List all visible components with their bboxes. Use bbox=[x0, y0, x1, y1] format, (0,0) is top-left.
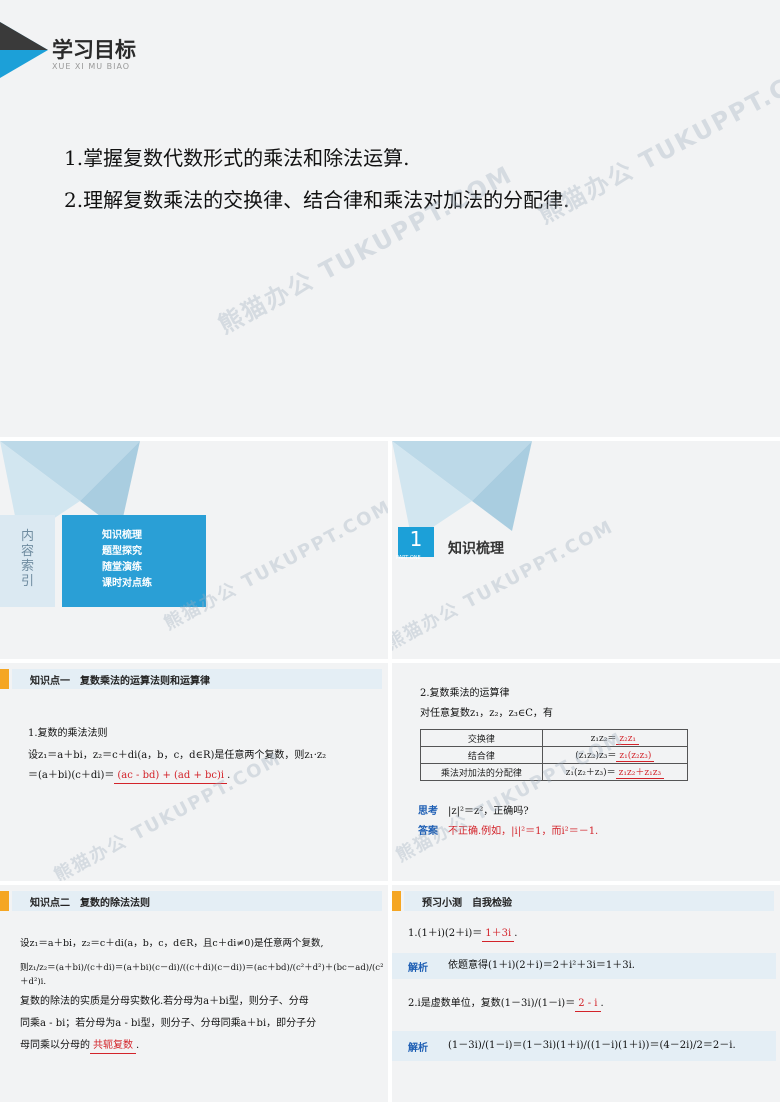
goal-1: 1.掌握复数代数形式的乘法和除法运算. bbox=[64, 146, 410, 170]
answer-blank: 2 - i bbox=[575, 997, 601, 1012]
intro-text: 对任意复数z₁，z₂，z₃∈C，有 bbox=[420, 708, 553, 719]
part-title: 知识梳理 bbox=[448, 541, 504, 557]
explanation-box: 解析 (1－3i)/(1－i)＝(1－3i)(1＋i)/((1－i)(1＋i))… bbox=[392, 1031, 776, 1061]
part-label: PART ONE bbox=[396, 555, 421, 561]
rule-line-2: ＝(a＋bi)(c＋di)＝ (ac - bd) + (ad + bc)i. bbox=[28, 769, 230, 784]
rule-formula: 则z₁/z₂＝(a＋bi)/(c＋di)＝(a＋bi)(c－di)/((c＋di… bbox=[20, 963, 384, 987]
watermark: 熊猫办公 TUKUPPT.COM bbox=[50, 748, 286, 881]
slide-header: 知识点二 复数的除法法则 bbox=[0, 891, 388, 911]
explanation-label: 解析 bbox=[408, 1043, 428, 1054]
answer-blank: 1＋3i bbox=[482, 927, 515, 942]
section-heading: 2.复数乘法的运算律 bbox=[420, 688, 510, 699]
rule-line-5: 母同乘以分母的 共轭复数. bbox=[20, 1039, 139, 1054]
menu-item-exercise[interactable]: 课时对点练 bbox=[102, 576, 206, 592]
slide-part-one: 1 PART ONE 知识梳理 熊猫办公 TUKUPPT.COM bbox=[392, 441, 780, 659]
explanation-label: 解析 bbox=[408, 963, 428, 974]
slide-subtitle: XUE XI MU BIAO bbox=[52, 62, 131, 71]
slide-multiplication-rule: 知识点一 复数乘法的运算法则和运算律 1.复数的乘法法则 设z₁＝a＋bi，z₂… bbox=[0, 663, 388, 881]
watermark: 熊猫办公 TUKUPPT.COM bbox=[533, 50, 780, 230]
question-1: 1.(1＋i)(2＋i)＝ 1＋3i. bbox=[408, 927, 517, 942]
contents-menu: 知识梳理 题型探究 随堂演练 课时对点练 bbox=[62, 515, 206, 607]
slide-multiplication-laws: 2.复数乘法的运算律 对任意复数z₁，z₂，z₃∈C，有 交换律 z₁z₂＝ z₂z… bbox=[392, 663, 780, 881]
watermark: 熊猫办公 TUKUPPT.COM bbox=[213, 160, 518, 340]
slide-division-rule: 知识点二 复数的除法法则 设z₁＝a＋bi，z₂＝c＋di(a，b，c，d∈R，… bbox=[0, 885, 388, 1102]
explanation-text: (1－3i)/(1－i)＝(1－3i)(1＋i)/((1－i)(1＋i))＝(4… bbox=[448, 1040, 736, 1051]
menu-item-knowledge[interactable]: 知识梳理 bbox=[102, 528, 206, 544]
table-row: 交换律 z₁z₂＝ z₂z₁ bbox=[420, 729, 689, 747]
menu-item-practice[interactable]: 随堂演练 bbox=[102, 560, 206, 576]
slide-title: 学习目标 bbox=[52, 38, 136, 62]
rule-line-3: 复数的除法的实质是分母实数化.若分母为a＋bi型，则分子、分母 bbox=[20, 996, 309, 1007]
slide-contents-index: 内容索引 知识梳理 题型探究 随堂演练 课时对点练 熊猫办公 TUKUPPT.C… bbox=[0, 441, 388, 659]
explanation-box: 解析 依题意得(1＋i)(2＋i)＝2＋i²＋3i＝1＋3i. bbox=[392, 953, 776, 979]
slide-preview-test: 预习小测 自我检验 1.(1＋i)(2＋i)＝ 1＋3i. 解析 依题意得(1＋i… bbox=[392, 885, 780, 1102]
slide-header: 预习小测 自我检验 bbox=[392, 891, 780, 911]
rule-line-1: 设z₁＝a＋bi，z₂＝c＋di(a，b，c，d∈R，且c＋di≠0)是任意两个… bbox=[20, 938, 324, 949]
menu-item-question-types[interactable]: 题型探究 bbox=[102, 544, 206, 560]
question-2: 2.i是虚数单位，复数(1－3i)/(1－i)＝ 2 - i. bbox=[408, 997, 604, 1012]
contents-nav-label: 内容索引 bbox=[0, 515, 55, 607]
slide-header: 知识点一 复数乘法的运算法则和运算律 bbox=[0, 669, 388, 689]
part-number: 1 bbox=[398, 527, 434, 557]
corner-triangle-dark bbox=[0, 22, 48, 50]
slide-learning-goals: 学习目标 XUE XI MU BIAO 1.掌握复数代数形式的乘法和除法运算. … bbox=[0, 0, 780, 437]
section-heading: 1.复数的乘法法则 bbox=[28, 728, 108, 739]
rule-line-4: 同乘a - bi；若分母为a - bi型，则分子、分母同乘a＋bi，即分子分 bbox=[20, 1018, 317, 1029]
answer-blank: 共轭复数 bbox=[90, 1039, 136, 1054]
explanation-text: 依题意得(1＋i)(2＋i)＝2＋i²＋3i＝1＋3i. bbox=[448, 960, 635, 971]
